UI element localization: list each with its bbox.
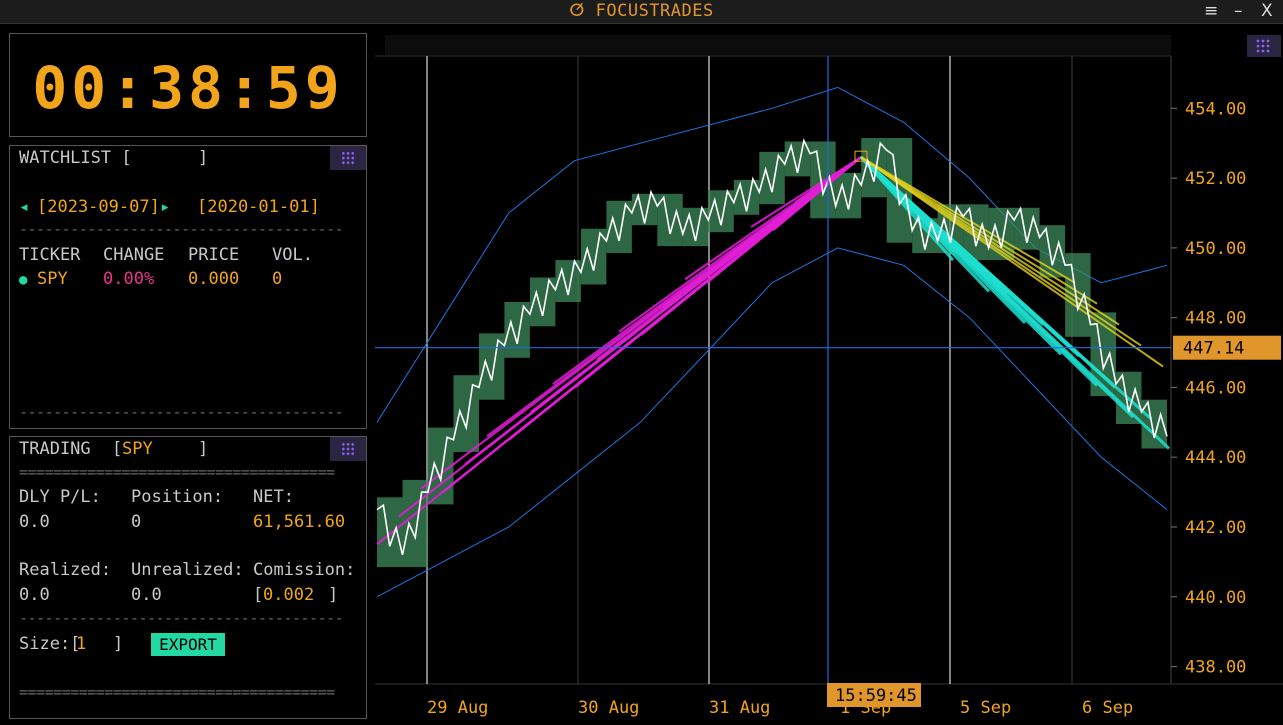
trading-ticker[interactable]: SPY xyxy=(122,439,153,459)
col-vol: VOL. xyxy=(272,245,313,265)
date-start[interactable]: [2023-09-07] xyxy=(37,197,160,217)
minimize-icon[interactable]: – xyxy=(1234,0,1243,22)
price-label: 438.00 xyxy=(1185,658,1246,678)
status-dot: ● xyxy=(19,272,28,288)
watchlist-title: WATCHLIST [ xyxy=(19,148,132,168)
price-label: 450.00 xyxy=(1185,239,1246,259)
grid-icon-dot xyxy=(1266,49,1270,53)
unrealized-label: Unrealized: xyxy=(131,560,244,580)
grid-icon-dot xyxy=(1256,49,1260,53)
date-label: 29 Aug xyxy=(427,698,488,718)
commission-close: ] xyxy=(328,585,339,605)
price-label: 446.00 xyxy=(1185,378,1246,398)
watchlist-title-close: ] xyxy=(198,148,209,168)
size-input[interactable]: 1 xyxy=(76,634,86,654)
crosshair-time-label: 15:59:45 xyxy=(835,686,917,706)
candle xyxy=(1065,253,1091,337)
date-prev-arrow[interactable]: ◂ xyxy=(19,197,29,217)
price-label: 454.00 xyxy=(1185,99,1246,119)
date-label: 30 Aug xyxy=(578,698,639,718)
clock-panel: 00:38:59 xyxy=(9,33,367,137)
price-label: 440.00 xyxy=(1185,588,1246,608)
grid-icon-dot xyxy=(1261,39,1265,43)
grid-icon xyxy=(341,151,355,165)
grid-icon-dot xyxy=(1256,44,1260,48)
price-chart[interactable]: 454.00 452.00 450.00 448.00 446.00 444.00 442.… xyxy=(375,33,1283,720)
trading-ticker-close: ] xyxy=(198,439,209,459)
realized-value: 0.0 xyxy=(19,585,50,605)
trading-grid-button[interactable] xyxy=(330,437,366,461)
row-change: 0.00% xyxy=(103,269,155,289)
chart-svg[interactable]: 454.00 452.00 450.00 448.00 446.00 444.00 442.… xyxy=(375,33,1283,720)
clock-display: 00:38:59 xyxy=(32,54,344,122)
price-label: 448.00 xyxy=(1185,309,1246,329)
date-end[interactable]: [2020-01-01] xyxy=(197,197,320,217)
position-label: Position: xyxy=(131,487,224,507)
col-change: CHANGE xyxy=(103,245,165,265)
date-label: 31 Aug xyxy=(709,698,770,718)
crosshair-price-label: 447.14 xyxy=(1183,339,1244,359)
net-label: NET: xyxy=(253,487,294,507)
trading-bottom-separator: ===================================== xyxy=(19,683,335,701)
price-label: 442.00 xyxy=(1185,518,1246,538)
app-title-text: FOCUSTRADES xyxy=(595,1,714,21)
export-button[interactable]: EXPORT xyxy=(151,633,225,656)
commission-open: [ xyxy=(253,585,264,605)
trading-ticker-open: [ xyxy=(112,439,123,459)
dly-pl-value: 0.0 xyxy=(19,512,50,532)
trading-title: TRADING xyxy=(19,439,91,459)
col-price: PRICE xyxy=(188,245,240,265)
chart-toolbar xyxy=(385,35,1171,56)
position-value: 0 xyxy=(131,512,142,532)
candle xyxy=(402,479,428,568)
row-vol: 0 xyxy=(272,269,283,289)
size-close: ] xyxy=(113,634,124,654)
grid-icon-dot xyxy=(1261,44,1265,48)
dly-pl-label: DLY P/L: xyxy=(19,487,101,507)
grid-icon xyxy=(341,442,355,456)
date-label: 6 Sep xyxy=(1082,698,1133,718)
date-label: 5 Sep xyxy=(960,698,1011,718)
menu-icon[interactable]: ≡ xyxy=(1204,0,1218,22)
watchlist-panel: WATCHLIST [ ] ◂ [2023-09-07] ▸ [2020-01-… xyxy=(9,145,367,429)
grid-icon-dot xyxy=(1266,44,1270,48)
row-ticker: SPY xyxy=(37,269,68,289)
col-ticker: TICKER xyxy=(19,245,81,265)
size-label: Size:[ xyxy=(19,634,81,654)
net-value: 61,561.60 xyxy=(253,512,346,532)
price-label: 444.00 xyxy=(1185,448,1246,468)
price-label: 452.00 xyxy=(1185,169,1246,189)
row-price: 0.000 xyxy=(188,269,240,289)
grid-icon xyxy=(1256,39,1270,53)
grid-icon-dot xyxy=(1266,39,1270,43)
watchlist-separator: -------------------------------------- xyxy=(19,220,344,238)
trading-panel: TRADING [ SPY ] ========================… xyxy=(9,436,367,719)
watchlist-bottom-separator: -------------------------------------- xyxy=(19,403,344,421)
close-icon[interactable]: X xyxy=(1261,0,1273,22)
app-title: ⵚ FOCUSTRADES xyxy=(0,0,1283,23)
grid-icon-dot xyxy=(1261,49,1265,53)
trading-separator: ===================================== xyxy=(19,463,335,481)
date-next-arrow[interactable]: ▸ xyxy=(160,197,170,217)
grid-icon-dot xyxy=(1256,39,1260,43)
commission-input[interactable]: 0.002 xyxy=(263,585,314,605)
link-ring-icon: ⵚ xyxy=(569,1,585,21)
realized-label: Realized: xyxy=(19,560,112,580)
commission-label: Comission: xyxy=(253,560,356,580)
watchlist-grid-button[interactable] xyxy=(330,146,366,170)
unrealized-value: 0.0 xyxy=(131,585,162,605)
title-bar: ⵚ FOCUSTRADES ≡ – X xyxy=(0,0,1283,24)
trading-dash-separator: -------------------------------------- xyxy=(19,609,344,627)
